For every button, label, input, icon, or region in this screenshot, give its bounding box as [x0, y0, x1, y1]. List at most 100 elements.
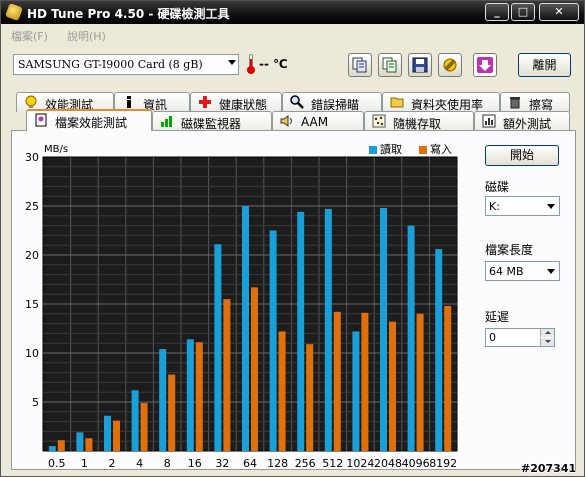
bar-write — [444, 305, 452, 451]
y-tick-label: 10 — [25, 347, 39, 360]
bar-read — [104, 415, 111, 451]
disk-select[interactable]: K: — [485, 196, 560, 216]
y-tick-label: 20 — [25, 249, 39, 262]
thermometer-icon — [247, 54, 255, 74]
tab-aam[interactable]: AAM — [272, 111, 364, 131]
bar-read — [380, 207, 387, 451]
maximize-button[interactable]: □ — [511, 3, 535, 21]
legend-write-label: 寫入 — [430, 143, 452, 156]
bar-read — [186, 339, 194, 451]
x-tick-label: 32 — [215, 457, 229, 470]
bar-read — [324, 208, 332, 451]
x-tick-label: 256 — [295, 457, 316, 470]
floppy-disk-icon — [412, 57, 428, 73]
legend-read-label: 讀取 — [380, 143, 402, 156]
close-button[interactable]: ✕ — [539, 3, 579, 21]
chevron-down-icon — [547, 269, 555, 274]
watermark-text: #207341 — [521, 462, 577, 475]
x-tick-label: 1 — [81, 457, 88, 470]
bar-read — [269, 230, 277, 451]
bar-write — [361, 312, 369, 451]
health-cross-icon — [199, 96, 211, 108]
copy-icon — [352, 57, 367, 73]
delay-value: 0 — [489, 331, 496, 344]
exit-button[interactable]: 離開 — [518, 53, 571, 77]
info-icon — [127, 96, 131, 108]
bar-write — [85, 438, 93, 451]
x-tick-label: 64 — [243, 457, 257, 470]
legend-read-swatch — [369, 146, 377, 154]
x-tick-label: 128 — [267, 457, 288, 470]
x-tick-label: 16 — [188, 457, 202, 470]
bar-read — [131, 390, 139, 451]
bar-write — [223, 299, 231, 451]
download-arrow-icon — [477, 57, 493, 73]
x-tick-label: 4096 — [402, 457, 430, 470]
copy-all-icon — [382, 57, 397, 73]
trash-icon — [510, 97, 520, 109]
speaker-icon — [280, 115, 292, 127]
info-bulb-icon — [25, 95, 37, 108]
file-benchmark-icon — [35, 113, 47, 127]
random-dots-icon — [372, 114, 386, 128]
bar-write — [113, 420, 120, 451]
y-tick-label: 15 — [25, 298, 39, 311]
menu-file[interactable]: 檔案(F) — [11, 28, 48, 44]
y-tick-label: 25 — [25, 200, 39, 213]
chevron-down-icon — [547, 204, 555, 209]
file-length-label: 檔案長度 — [485, 243, 534, 257]
download-button[interactable] — [473, 53, 497, 77]
folder-icon — [390, 97, 404, 108]
title-bar[interactable]: HD Tune Pro 4.50 - 硬碟檢測工具 _ □ ✕ — [1, 1, 584, 24]
tab-folder-usage[interactable]: 資料夾使用率 — [382, 92, 500, 112]
tab-error-scan[interactable]: 錯誤掃瞄 — [282, 92, 382, 112]
tab-random-access[interactable]: 隨機存取 — [364, 111, 474, 131]
drive-select[interactable]: SAMSUNG GT-I9000 Card (8 gB) — [13, 54, 239, 75]
file-length-value: 64 MB — [489, 265, 524, 278]
y-tick-label: 30 — [25, 151, 39, 164]
delay-spinner[interactable]: 0 — [485, 328, 555, 347]
y-tick-label: 5 — [32, 396, 39, 409]
tab-file-benchmark[interactable]: 檔案效能測試 — [26, 109, 152, 131]
bar-write — [140, 402, 148, 451]
spin-up-icon[interactable] — [540, 329, 554, 337]
menu-bar: 檔案(F) 說明(H) — [1, 25, 584, 45]
x-tick-label: 4 — [136, 457, 143, 470]
legend-write-swatch — [419, 146, 427, 154]
start-button[interactable]: 開始 — [485, 145, 559, 166]
temperature-readout: -- ℃ — [259, 57, 288, 71]
bar-write — [278, 331, 286, 451]
y-axis-label: MB/s — [44, 144, 68, 155]
bar-write — [333, 311, 341, 451]
wrench-icon — [443, 58, 457, 72]
bar-read — [352, 331, 360, 451]
bar-read — [297, 211, 305, 451]
menu-help[interactable]: 說明(H) — [67, 28, 106, 44]
bar-read — [76, 432, 84, 451]
minimize-button[interactable]: _ — [485, 3, 509, 21]
bar-read — [435, 249, 443, 451]
x-tick-label: 2048 — [374, 457, 402, 470]
tab-disk-monitor[interactable]: 磁碟監視器 — [152, 111, 272, 131]
save-button[interactable] — [408, 53, 432, 77]
file-length-select[interactable]: 64 MB — [485, 261, 560, 281]
legend-read: 讀取 — [369, 141, 402, 157]
tab-extra-tests[interactable]: 額外測試 — [474, 111, 570, 131]
bar-write — [195, 342, 203, 451]
options-button[interactable] — [438, 53, 462, 77]
bar-read — [214, 244, 222, 451]
copy-all-button[interactable] — [378, 53, 402, 77]
bar-read — [407, 225, 415, 451]
tab-health[interactable]: 健康狀態 — [190, 92, 282, 112]
copy-info-button[interactable] — [348, 53, 372, 77]
hd-tune-app-icon — [5, 3, 23, 21]
spin-down-icon[interactable] — [540, 338, 554, 346]
app-window: HD Tune Pro 4.50 - 硬碟檢測工具 _ □ ✕ 檔案(F) 說明… — [0, 0, 585, 477]
bar-write — [416, 313, 424, 451]
tab-erase[interactable]: 擦寫 — [500, 92, 570, 112]
bar-read — [159, 349, 167, 451]
extra-test-icon — [482, 114, 496, 128]
chevron-down-icon — [228, 60, 236, 65]
bar-read — [242, 206, 249, 451]
monitor-bars-icon — [161, 116, 172, 127]
